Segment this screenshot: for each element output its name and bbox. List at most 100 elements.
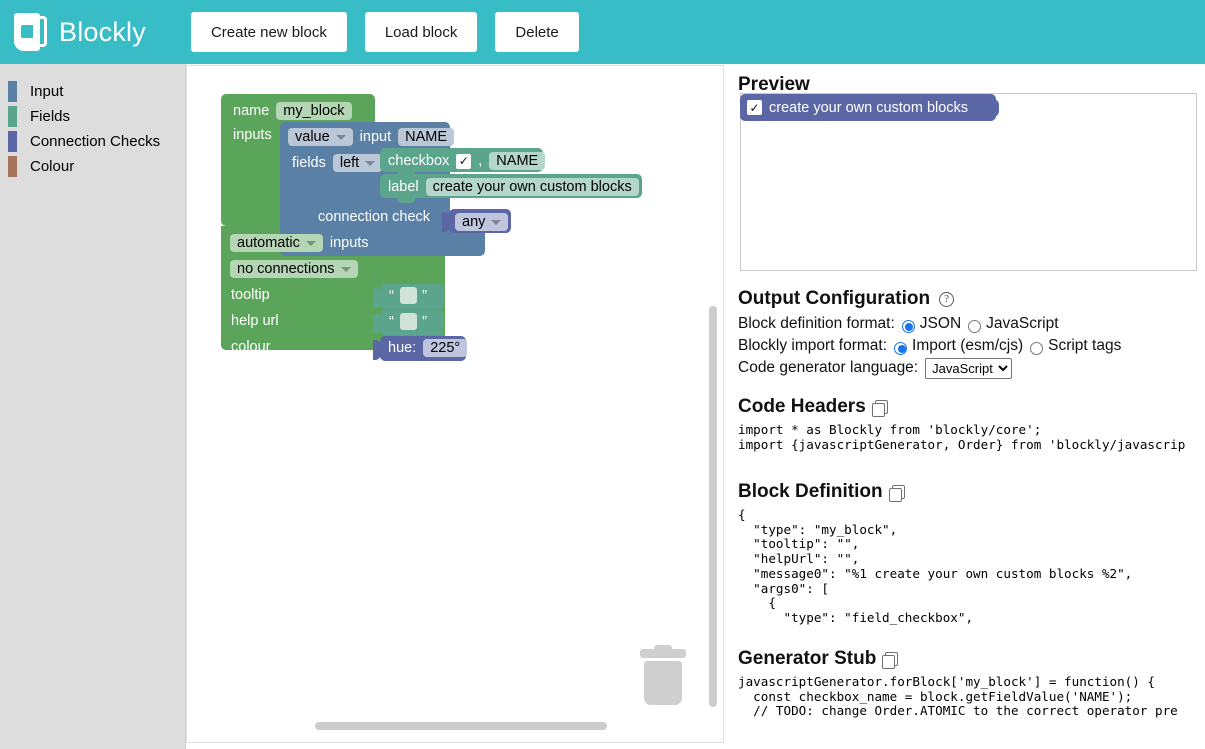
category-color-swatch <box>8 106 17 127</box>
connections-mode-row: no connections <box>230 260 358 278</box>
radio-json[interactable] <box>902 320 915 333</box>
sidebar-item-label: Connection Checks <box>30 133 160 150</box>
chevron-down-icon <box>306 241 316 246</box>
sidebar-item-connection-checks[interactable]: Connection Checks <box>0 129 185 154</box>
inputs-row-label: inputs <box>233 127 272 143</box>
input-type-value: value <box>295 129 330 145</box>
trash-icon[interactable] <box>640 649 686 705</box>
create-new-block-button[interactable]: Create new block <box>191 12 347 52</box>
connection-check-dropdown[interactable]: any <box>455 213 508 231</box>
tooltip-row: tooltip <box>231 287 270 303</box>
label-label: label <box>388 179 419 195</box>
block-definition-format-row: Block definition format: JSON JavaScript <box>738 313 1205 335</box>
block-notch <box>397 198 415 203</box>
help-url-text-field[interactable] <box>400 313 417 330</box>
label-text-field[interactable]: create your own custom blocks <box>426 178 639 196</box>
input-type-dropdown[interactable]: value <box>288 128 353 146</box>
code-generator-language-row: Code generator language: JavaScript <box>738 357 1205 379</box>
radio-script-tags-label: Script tags <box>1048 337 1121 355</box>
category-color-swatch <box>8 81 17 102</box>
help-icon[interactable]: ? <box>939 292 954 307</box>
code-generator-language-select[interactable]: JavaScript <box>925 358 1012 379</box>
preview-workspace[interactable]: ✓ create your own custom blocks <box>740 93 1197 271</box>
quote-close: ” <box>422 313 428 330</box>
load-block-button[interactable]: Load block <box>365 12 478 52</box>
checkbox-toggle[interactable]: ✓ <box>456 154 471 169</box>
block-definition-heading: Block Definition <box>738 481 1205 503</box>
radio-javascript-label: JavaScript <box>986 315 1058 333</box>
sidebar-item-label: Colour <box>30 158 74 175</box>
generator-stub-heading: Generator Stub <box>738 648 1205 670</box>
output-panel: Preview ✓ create your own custom blocks … <box>724 64 1205 749</box>
value-input-row: value input NAME <box>288 128 454 146</box>
name-row: name my_block <box>233 102 352 120</box>
radio-javascript[interactable] <box>968 320 981 333</box>
category-color-swatch <box>8 131 17 152</box>
fields-align-dropdown[interactable]: left <box>333 154 382 172</box>
brand-logo: Blockly <box>14 13 146 51</box>
brand-name: Blockly <box>59 17 146 48</box>
generator-stub-code: javascriptGenerator.forBlock['my_block']… <box>738 675 1205 719</box>
copy-icon[interactable] <box>885 652 898 666</box>
input-word-label: input <box>360 129 391 145</box>
help-url-text-row: “ ” <box>389 313 428 330</box>
chevron-down-icon <box>336 135 346 140</box>
label-field-row: label create your own custom blocks <box>388 178 639 196</box>
fields-label: fields <box>292 155 326 171</box>
toolbox-category-list: Input Fields Connection Checks Colour <box>0 64 186 749</box>
inputs-label: inputs <box>233 127 272 143</box>
radio-import-esm[interactable] <box>894 342 907 355</box>
connection-check-label: connection check <box>318 209 430 225</box>
quote-open: “ <box>389 313 395 330</box>
chevron-down-icon <box>365 161 375 166</box>
quote-close: ” <box>422 287 428 304</box>
code-generator-language-label: Code generator language: <box>738 359 918 377</box>
connection-check-row: connection check <box>318 209 430 225</box>
tooltip-text-field[interactable] <box>400 287 417 304</box>
sidebar-item-label: Fields <box>30 108 70 125</box>
radio-script-tags[interactable] <box>1030 342 1043 355</box>
connections-mode-value: no connections <box>237 261 335 277</box>
app-header: Blockly Create new block Load block Dele… <box>0 0 1205 64</box>
input-name-field[interactable]: NAME <box>398 128 454 146</box>
inputs-word-label: inputs <box>330 235 369 251</box>
colour-label: colour <box>231 339 271 355</box>
copy-icon[interactable] <box>875 400 888 414</box>
sidebar-item-fields[interactable]: Fields <box>0 104 185 129</box>
tooltip-text-row: “ ” <box>389 287 428 304</box>
preview-block[interactable]: ✓ create your own custom blocks <box>740 94 996 121</box>
workspace-horizontal-scrollbar[interactable] <box>315 722 607 730</box>
copy-icon[interactable] <box>892 485 905 499</box>
preview-checkbox[interactable]: ✓ <box>747 100 762 115</box>
fields-align-value: left <box>340 155 359 171</box>
colour-hue-row: hue: 225° <box>388 339 467 357</box>
radio-json-label: JSON <box>920 315 961 333</box>
blockly-import-format-row: Blockly import format: Import (esm/cjs) … <box>738 335 1205 357</box>
connection-check-value-row: any <box>455 213 508 231</box>
inputs-mode-value: automatic <box>237 235 300 251</box>
inputs-mode-dropdown[interactable]: automatic <box>230 234 323 252</box>
sidebar-item-colour[interactable]: Colour <box>0 154 185 179</box>
help-url-label: help url <box>231 313 279 329</box>
preview-output-connection <box>991 99 999 117</box>
output-configuration-heading: Output Configuration ? <box>738 288 1205 310</box>
preview-block-label: create your own custom blocks <box>769 100 968 116</box>
block-name-field[interactable]: my_block <box>276 102 351 120</box>
radio-import-esm-label: Import (esm/cjs) <box>912 337 1023 355</box>
workspace-vertical-scrollbar[interactable] <box>709 306 717 707</box>
tooltip-label: tooltip <box>231 287 270 303</box>
block-definition-format-label: Block definition format: <box>738 315 895 333</box>
sidebar-item-label: Input <box>30 83 63 100</box>
chevron-down-icon <box>491 220 501 225</box>
connections-mode-dropdown[interactable]: no connections <box>230 260 358 278</box>
comma-separator: , <box>478 153 482 169</box>
hue-value-field[interactable]: 225° <box>423 339 467 357</box>
name-label: name <box>233 103 269 119</box>
sidebar-item-input[interactable]: Input <box>0 79 185 104</box>
hue-label: hue: <box>388 340 416 356</box>
block-factory-workspace[interactable]: name my_block inputs value input NAME fi… <box>186 65 724 743</box>
code-headers-code: import * as Blockly from 'blockly/core';… <box>738 423 1205 452</box>
delete-button[interactable]: Delete <box>495 12 578 52</box>
checkbox-name-field[interactable]: NAME <box>489 152 545 170</box>
checkbox-label: checkbox <box>388 153 449 169</box>
